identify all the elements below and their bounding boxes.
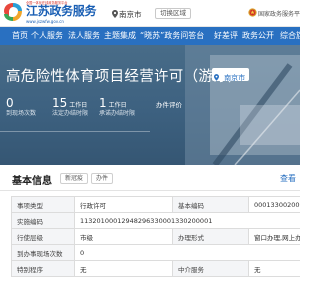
row-label-basic-code: 基本编码 bbox=[172, 196, 249, 213]
banner-background-image bbox=[185, 45, 300, 165]
item-title: 高危险性体育项目经营许可（游泳） bbox=[6, 69, 243, 85]
row-label-special-procedure: 特别程序 bbox=[11, 260, 75, 277]
nav-flagship[interactable]: 综合旗舰店 bbox=[280, 27, 300, 45]
table-row: 行使层级 市级 办理形式 窗口办理,网上办理,快递 bbox=[11, 228, 300, 245]
table-row: 到办事现场次数 0 bbox=[11, 244, 300, 261]
site-logo[interactable]: 全国一体化在线政务服务平台 江苏政务服务 www.jszwfw.gov.cn bbox=[2, 1, 112, 26]
city-tag: 南京市 bbox=[212, 68, 250, 82]
row-value-special-procedure: 无 bbox=[74, 260, 173, 277]
nav-personal[interactable]: 个人服务 bbox=[31, 27, 63, 45]
nav-themes[interactable]: 主题集成 bbox=[104, 27, 136, 45]
national-platform-link[interactable]: 国家政务服务平 bbox=[258, 9, 300, 18]
row-label-intermediary: 中介服务 bbox=[172, 260, 249, 277]
tab-covid[interactable]: 新冠疫 bbox=[60, 173, 89, 184]
row-value-intermediary: 无 bbox=[248, 260, 300, 277]
logo-mark-icon bbox=[4, 3, 22, 21]
banner-divider bbox=[0, 131, 150, 132]
row-value-impl-code: 11320100012948296330001330200001 bbox=[74, 212, 300, 229]
stat-legal-limit-label: 法定办结时限 bbox=[52, 110, 89, 117]
page-root: 全国一体化在线政务服务平台 江苏政务服务 www.jszwfw.gov.cn 南… bbox=[0, 0, 300, 300]
row-label-level: 行使层级 bbox=[11, 228, 75, 245]
national-emblem-icon bbox=[248, 8, 257, 17]
basic-info-header: 基本信息 新冠疫 办件 查看 bbox=[0, 165, 300, 191]
site-header: 全国一体化在线政务服务平台 江苏政务服务 www.jszwfw.gov.cn 南… bbox=[0, 0, 300, 27]
nav-home[interactable]: 首页 bbox=[12, 27, 28, 45]
site-name: 江苏政务服务 bbox=[26, 4, 97, 18]
stat-promised-limit-label: 承诺办结时限 bbox=[99, 110, 136, 117]
row-value-handling-form: 窗口办理,网上办理,快递 bbox=[248, 228, 300, 245]
row-label-visit-count: 到办事现场次数 bbox=[11, 244, 75, 261]
table-row: 特别程序 无 中介服务 无 bbox=[11, 260, 300, 277]
row-value-level: 市级 bbox=[74, 228, 173, 245]
view-all-link[interactable]: 查看 bbox=[280, 173, 296, 184]
switch-region-button[interactable]: 切换区域 bbox=[155, 8, 191, 19]
tab-handling[interactable]: 办件 bbox=[91, 173, 114, 184]
row-value-visit-count: 0 bbox=[74, 244, 300, 261]
row-label-impl-code: 实施编码 bbox=[11, 212, 75, 229]
nav-public[interactable]: 政务公开 bbox=[242, 27, 274, 45]
stat-visits-label: 到现场次数 bbox=[6, 110, 37, 117]
row-label-handling-form: 办理形式 bbox=[172, 228, 249, 245]
city-name: 南京市 bbox=[224, 74, 246, 82]
row-value-item-type: 行政许可 bbox=[74, 196, 173, 213]
basic-info-title: 基本信息 bbox=[12, 176, 52, 187]
basic-info-table: 事项类型 行政许可 基本编码 000133002000 实施编码 1132010… bbox=[11, 196, 300, 277]
nav-corporate[interactable]: 法人服务 bbox=[68, 27, 100, 45]
current-location: 南京市 bbox=[119, 10, 142, 19]
row-value-basic-code: 000133002000 bbox=[248, 196, 300, 213]
main-nav: 首页 个人服务 法人服务 主题集成 “晓苏”政务问答台 好差评 政务公开 综合旗… bbox=[0, 27, 300, 45]
city-pin-icon bbox=[214, 74, 219, 81]
nav-xiaosu-qa[interactable]: “晓苏”政务问答台 bbox=[140, 27, 204, 45]
item-banner: 高危险性体育项目经营许可（游泳） 南京市 0 到现场次数 15 工作日 法定办结时… bbox=[0, 45, 300, 165]
table-row: 实施编码 11320100012948296330001330200001 bbox=[11, 212, 300, 229]
rating-label[interactable]: 办件评价 bbox=[156, 99, 182, 109]
row-label-item-type: 事项类型 bbox=[11, 196, 75, 213]
table-row: 事项类型 行政许可 基本编码 000133002000 bbox=[11, 196, 300, 213]
location-pin-icon bbox=[112, 10, 118, 18]
site-url: www.jszwfw.gov.cn bbox=[26, 19, 64, 24]
nav-rating[interactable]: 好差评 bbox=[214, 27, 238, 45]
